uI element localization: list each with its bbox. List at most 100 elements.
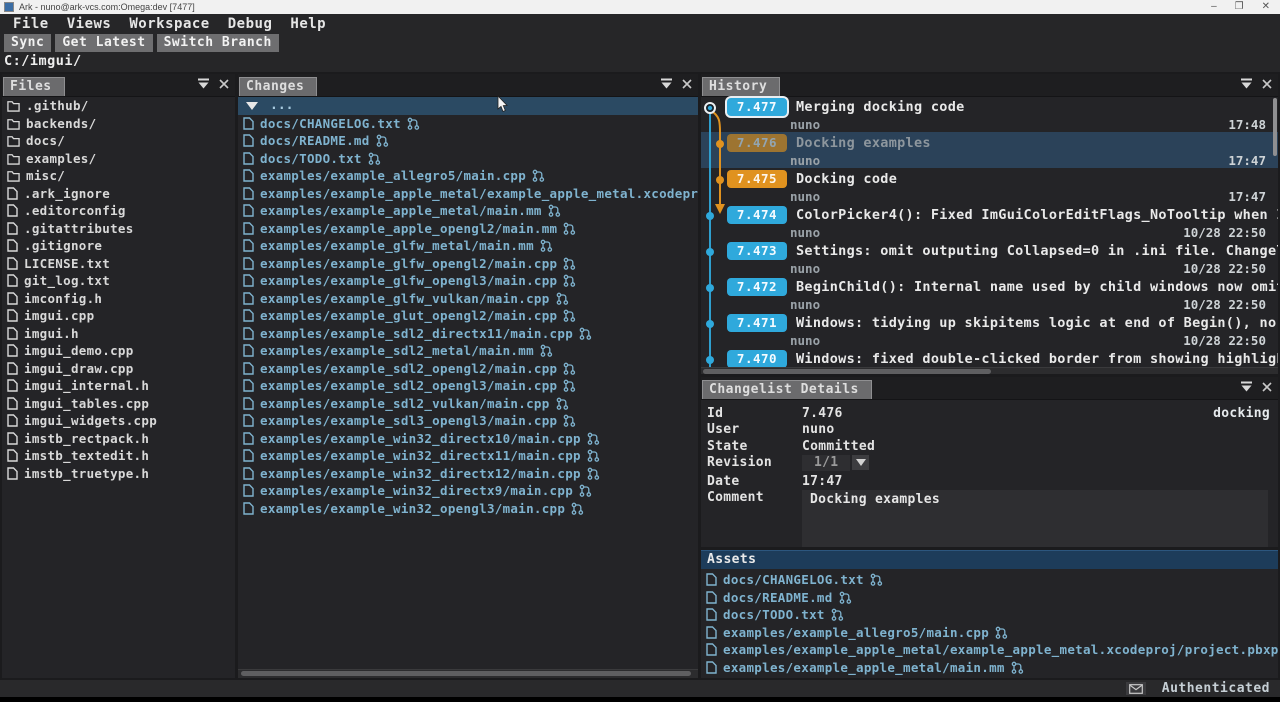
changed-file-row[interactable]: docs/CHANGELOG.txt	[238, 115, 698, 133]
file-tree-item[interactable]: .ark_ignore	[2, 185, 235, 203]
menu-item[interactable]: Views	[58, 16, 121, 32]
changeset-badge[interactable]: 7.470	[727, 350, 787, 368]
changeset-badge[interactable]: 7.477	[727, 98, 787, 116]
changes-hscrollbar[interactable]	[238, 669, 698, 678]
file-tree-item[interactable]: imgui_draw.cpp	[2, 360, 235, 378]
changed-file-row[interactable]: docs/README.md	[238, 132, 698, 150]
mail-icon[interactable]	[1126, 682, 1146, 695]
asset-file-row[interactable]: docs/TODO.txt	[701, 606, 1278, 624]
file-tree-item[interactable]: imgui.h	[2, 325, 235, 343]
comment-input[interactable]: Docking examples	[802, 490, 1268, 548]
toolbar-button[interactable]: Get Latest	[55, 34, 152, 52]
asset-file-row[interactable]: examples/example_allegro5/main.cpp	[701, 624, 1278, 642]
file-tree-item[interactable]: imgui.cpp	[2, 307, 235, 325]
history-commit-row[interactable]: 7.471 Windows: tidying up skipitems logi…	[701, 312, 1278, 348]
changed-file-row[interactable]: examples/example_apple_metal/example_app…	[238, 185, 698, 203]
tab-history[interactable]: History	[702, 77, 780, 96]
filter-icon[interactable]	[197, 78, 210, 89]
file-tree-item[interactable]: imstb_truetype.h	[2, 465, 235, 483]
history-vscrollbar[interactable]	[1273, 98, 1277, 156]
asset-file-row[interactable]: examples/example_apple_opengl2/main.mm	[701, 676, 1278, 678]
tab-files[interactable]: Files	[3, 77, 65, 96]
changeset-badge[interactable]: 7.472	[727, 278, 787, 296]
changed-file-row[interactable]: examples/example_sdl2_directx11/main.cpp	[238, 325, 698, 343]
file-tree-item[interactable]: examples/	[2, 150, 235, 168]
file-tree-item[interactable]: .gitignore	[2, 237, 235, 255]
file-tree-item[interactable]: .github/	[2, 97, 235, 115]
filter-icon[interactable]	[1240, 78, 1253, 89]
file-tree-item[interactable]: imgui_widgets.cpp	[2, 412, 235, 430]
revision-dropdown-button[interactable]	[852, 455, 869, 470]
changed-file-row[interactable]: examples/example_sdl3_opengl3/main.cpp	[238, 412, 698, 430]
changeset-badge[interactable]: 7.476	[727, 134, 787, 152]
filter-icon[interactable]	[660, 78, 673, 89]
filter-icon[interactable]	[1240, 381, 1253, 392]
changed-file-row[interactable]: examples/example_glfw_opengl2/main.cpp	[238, 255, 698, 273]
changeset-badge[interactable]: 7.475	[727, 170, 787, 188]
menu-item[interactable]: Workspace	[120, 16, 218, 32]
changed-file-row[interactable]: examples/example_allegro5/main.cpp	[238, 167, 698, 185]
minimize-button[interactable]: –	[1211, 2, 1217, 12]
changed-file-row[interactable]: examples/example_win32_directx11/main.cp…	[238, 447, 698, 465]
changed-file-row[interactable]: examples/example_glut_opengl2/main.cpp	[238, 307, 698, 325]
file-tree-item[interactable]: LICENSE.txt	[2, 255, 235, 273]
history-commit-row[interactable]: 7.474 ColorPicker4(): Fixed ImGuiColorEd…	[701, 204, 1278, 240]
changed-file-row[interactable]: examples/example_glfw_opengl3/main.cpp	[238, 272, 698, 290]
changed-file-row[interactable]: examples/example_sdl2_metal/main.mm	[238, 342, 698, 360]
changeset-badge[interactable]: 7.474	[727, 206, 787, 224]
asset-file-row[interactable]: examples/example_apple_metal/example_app…	[701, 641, 1278, 659]
close-icon[interactable]	[1262, 382, 1272, 392]
changed-file-row[interactable]: examples/example_win32_directx12/main.cp…	[238, 465, 698, 483]
changed-file-row[interactable]: examples/example_apple_opengl2/main.mm	[238, 220, 698, 238]
history-hscrollbar[interactable]	[701, 367, 1278, 374]
expand-triangle-icon[interactable]	[246, 102, 258, 110]
history-commit-row[interactable]: 7.472 BeginChild(): Internal name used b…	[701, 276, 1278, 312]
file-tree-item[interactable]: imgui_demo.cpp	[2, 342, 235, 360]
menu-item[interactable]: Help	[281, 16, 335, 32]
close-icon[interactable]	[219, 79, 229, 89]
file-tree-item[interactable]: imgui_tables.cpp	[2, 395, 235, 413]
file-tree-item[interactable]: imstb_rectpack.h	[2, 430, 235, 448]
close-icon[interactable]	[682, 79, 692, 89]
file-tree-item[interactable]: .editorconfig	[2, 202, 235, 220]
history-commit-row[interactable]: 7.470 Windows: fixed double-clicked bord…	[701, 348, 1278, 368]
changed-file-row[interactable]: examples/example_apple_metal/main.mm	[238, 202, 698, 220]
tab-changes[interactable]: Changes	[239, 77, 317, 96]
changed-file-row[interactable]: examples/example_sdl2_vulkan/main.cpp	[238, 395, 698, 413]
scrollbar-thumb[interactable]	[703, 369, 991, 374]
changed-file-row[interactable]: examples/example_glfw_vulkan/main.cpp	[238, 290, 698, 308]
changed-file-row[interactable]: examples/example_sdl2_opengl2/main.cpp	[238, 360, 698, 378]
close-icon[interactable]	[1262, 79, 1272, 89]
tab-changelist-details[interactable]: Changelist Details	[702, 380, 872, 399]
toolbar-button[interactable]: Sync	[4, 34, 51, 52]
file-tree-item[interactable]: .gitattributes	[2, 220, 235, 238]
asset-file-row[interactable]: examples/example_apple_metal/main.mm	[701, 659, 1278, 677]
history-commit-row[interactable]: 7.473 Settings: omit outputing Collapsed…	[701, 240, 1278, 276]
history-commit-row[interactable]: 7.476 Docking examples nuno 17:47	[701, 132, 1278, 168]
menu-item[interactable]: File	[4, 16, 58, 32]
changed-file-row[interactable]: examples/example_win32_directx9/main.cpp	[238, 482, 698, 500]
toolbar-button[interactable]: Switch Branch	[157, 34, 279, 52]
scrollbar-thumb[interactable]	[241, 671, 691, 676]
changeset-badge[interactable]: 7.473	[727, 242, 787, 260]
asset-file-row[interactable]: docs/README.md	[701, 589, 1278, 607]
file-tree-item[interactable]: misc/	[2, 167, 235, 185]
changed-file-row[interactable]: examples/example_sdl2_opengl3/main.cpp	[238, 377, 698, 395]
file-tree-item[interactable]: imconfig.h	[2, 290, 235, 308]
changed-file-row[interactable]: docs/TODO.txt	[238, 150, 698, 168]
file-tree-item[interactable]: git_log.txt	[2, 272, 235, 290]
asset-file-row[interactable]: docs/CHANGELOG.txt	[701, 571, 1278, 589]
file-tree-item[interactable]: docs/	[2, 132, 235, 150]
maximize-button[interactable]: ❐	[1235, 2, 1244, 12]
changed-file-row[interactable]: examples/example_glfw_metal/main.mm	[238, 237, 698, 255]
changed-file-row[interactable]: examples/example_win32_directx10/main.cp…	[238, 430, 698, 448]
menu-item[interactable]: Debug	[219, 16, 282, 32]
file-tree-item[interactable]: backends/	[2, 115, 235, 133]
file-tree-item[interactable]: imstb_textedit.h	[2, 447, 235, 465]
file-tree-item[interactable]: imgui_internal.h	[2, 377, 235, 395]
close-button[interactable]: ✕	[1262, 2, 1270, 12]
history-commit-row[interactable]: 7.477 Merging docking code nuno 17:48	[701, 96, 1278, 132]
changes-root-row[interactable]: ...	[238, 97, 698, 115]
changeset-badge[interactable]: 7.471	[727, 314, 787, 332]
changed-file-row[interactable]: examples/example_win32_opengl3/main.cpp	[238, 500, 698, 518]
